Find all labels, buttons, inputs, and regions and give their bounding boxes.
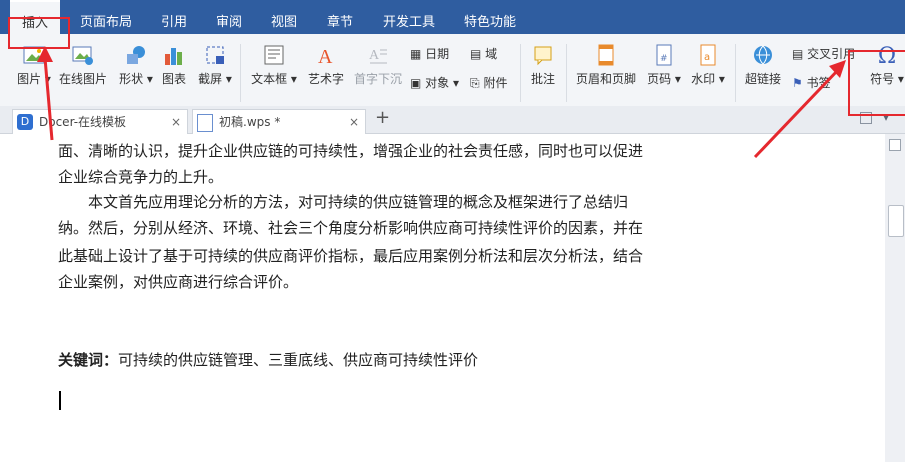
arrow-to-symbol — [753, 68, 840, 159]
annotation-arrows — [37, 46, 846, 159]
arrow-to-insert-tab — [43, 57, 54, 141]
arrow-head-insert — [37, 46, 53, 62]
